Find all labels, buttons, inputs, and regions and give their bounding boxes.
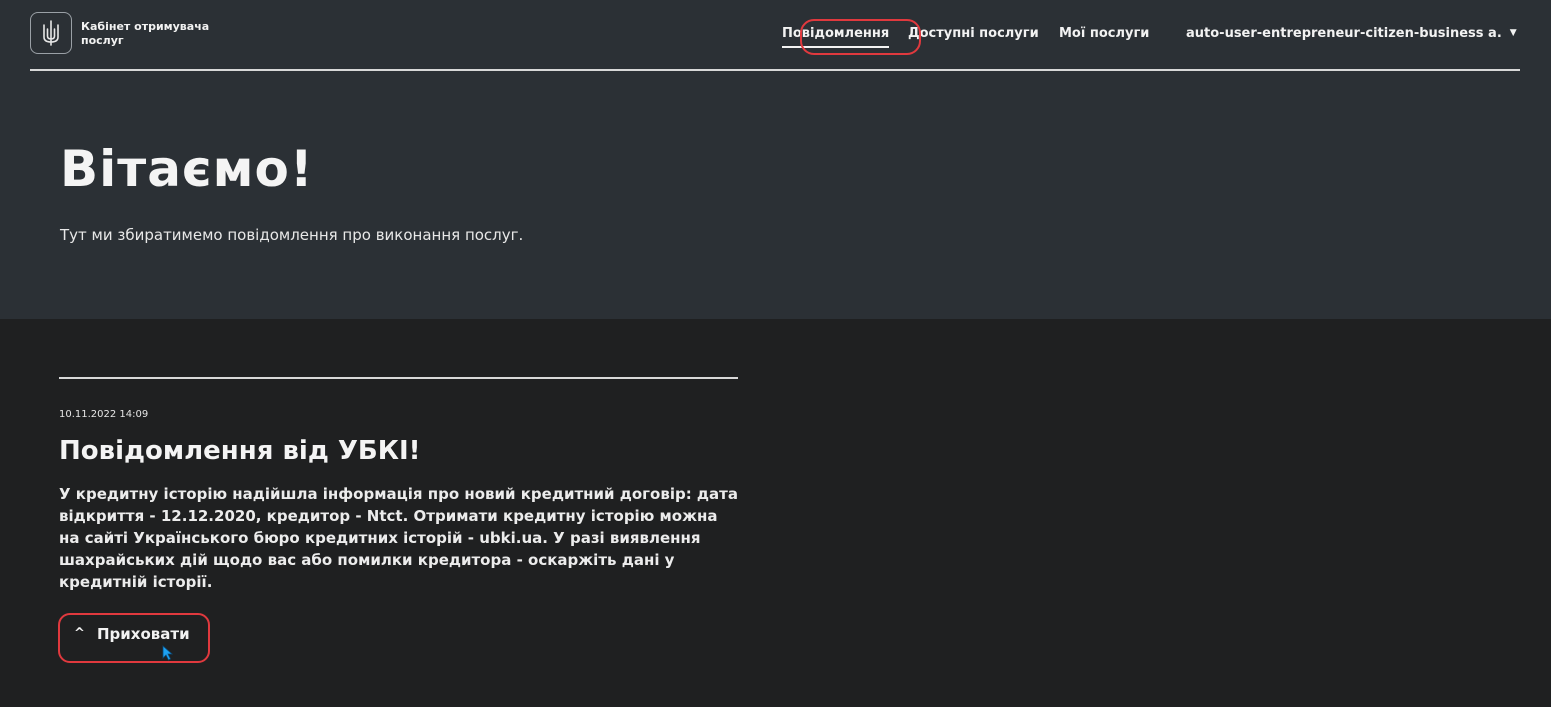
page-subtitle: Тут ми збиратимемо повідомлення про вико… <box>60 226 524 244</box>
logo[interactable] <box>30 12 72 54</box>
user-name: auto-user-entrepreneur-citizen-business … <box>1186 26 1502 41</box>
page-title: Вітаємо! <box>60 140 314 198</box>
caret-down-icon: ▼ <box>1509 28 1517 38</box>
hide-button[interactable]: ^ Приховати <box>58 613 210 663</box>
trident-icon <box>43 20 59 46</box>
message-date: 10.11.2022 14:09 <box>59 409 149 420</box>
message-title: Повідомлення від УБКІ! <box>59 436 421 466</box>
user-menu[interactable]: auto-user-entrepreneur-citizen-business … <box>1186 26 1517 41</box>
nav-available-services[interactable]: Доступні послуги <box>908 26 1039 41</box>
message-body: У кредитну історію надійшла інформація п… <box>59 485 738 591</box>
hero-section: Кабінет отримувача послуг Повідомлення Д… <box>0 0 1551 319</box>
message-divider <box>59 377 738 379</box>
nav-my-services[interactable]: Мої послуги <box>1059 26 1149 41</box>
chevron-up-icon: ^ <box>74 626 85 641</box>
mouse-cursor-icon <box>162 645 174 661</box>
highlight-ring-nav <box>800 19 921 55</box>
brand-title: Кабінет отримувача послуг <box>81 20 210 47</box>
hide-button-label: Приховати <box>97 625 190 643</box>
